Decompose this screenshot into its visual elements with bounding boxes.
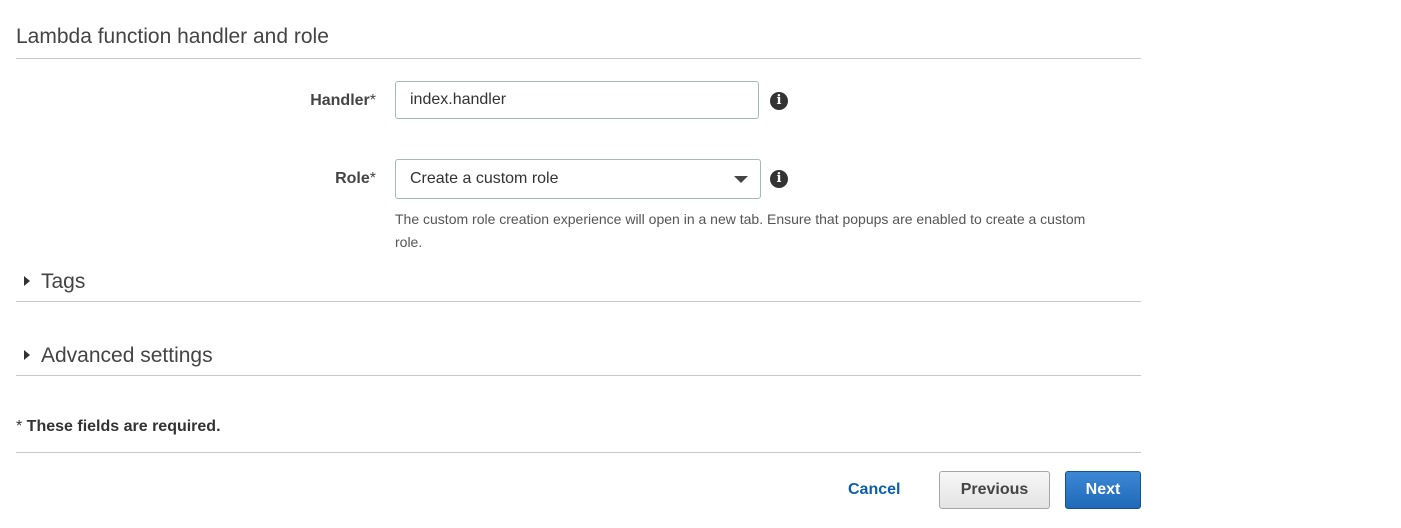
lambda-config-form: Lambda function handler and role Handler… — [16, 0, 1141, 528]
info-icon[interactable]: i — [770, 92, 788, 110]
handler-label-text: Handler — [310, 92, 370, 109]
caret-right-icon — [24, 276, 30, 287]
chevron-down-icon — [734, 176, 748, 183]
tags-expander[interactable]: Tags — [16, 269, 85, 295]
role-label-text: Role — [335, 170, 370, 187]
footer-divider — [16, 452, 1141, 453]
tags-label: Tags — [41, 270, 86, 293]
required-asterisk: * — [369, 170, 376, 187]
previous-button[interactable]: Previous — [939, 471, 1050, 509]
required-note-text: These fields are required. — [26, 418, 221, 435]
handler-label: Handler* — [16, 91, 376, 111]
section-divider — [16, 58, 1141, 59]
role-select-value: Create a custom role — [410, 170, 559, 187]
advanced-divider — [16, 375, 1141, 376]
role-hint-text: The custom role creation experience will… — [395, 211, 1086, 250]
next-button[interactable]: Next — [1065, 471, 1141, 509]
advanced-settings-label: Advanced settings — [41, 344, 213, 367]
section-title: Lambda function handler and role — [16, 25, 329, 48]
advanced-settings-expander[interactable]: Advanced settings — [16, 343, 213, 369]
required-fields-note: * These fields are required. — [16, 417, 221, 437]
info-icon[interactable]: i — [770, 170, 788, 188]
caret-right-icon — [24, 350, 30, 361]
cancel-button[interactable]: Cancel — [848, 480, 900, 500]
role-label: Role* — [16, 169, 376, 189]
role-select[interactable]: Create a custom role — [395, 159, 761, 199]
tags-divider — [16, 301, 1141, 302]
handler-input[interactable] — [395, 81, 759, 119]
required-asterisk: * — [369, 92, 376, 109]
required-note-prefix: * — [16, 418, 27, 435]
